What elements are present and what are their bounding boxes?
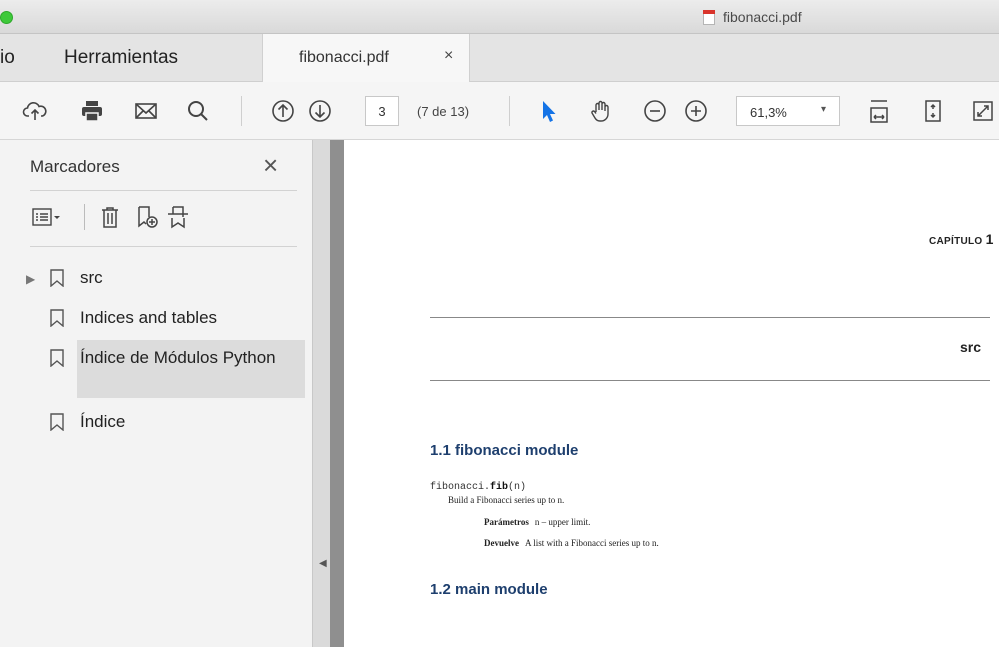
chevron-down-icon: ▾	[821, 104, 827, 115]
toolbar-divider	[84, 204, 85, 230]
bookmark-icon	[50, 269, 64, 287]
zoom-in-icon[interactable]	[681, 96, 711, 126]
returns-text: A list with a Fibonacci series up to n.	[525, 538, 659, 548]
expand-arrow-icon[interactable]: ▶	[26, 272, 35, 286]
param-label: Parámetros	[484, 517, 529, 527]
bookmark-label: Indices and tables	[80, 308, 218, 327]
new-bookmark-icon[interactable]	[135, 204, 159, 230]
divider	[30, 246, 297, 247]
tab-tools[interactable]: Herramientas	[64, 34, 178, 82]
fit-page-icon[interactable]	[918, 96, 948, 126]
chapter-number: 1	[985, 231, 994, 247]
bookmark-item[interactable]: Indices and tables	[0, 304, 305, 334]
zoom-value: 61,3%	[750, 105, 787, 120]
chapter-title: src	[960, 339, 982, 355]
tab-bar: io Herramientas fibonacci.pdf ×	[0, 34, 999, 82]
fit-width-icon[interactable]	[864, 96, 894, 126]
page-number-input[interactable]	[365, 96, 399, 126]
document-page[interactable]: CAPÍTULO 1 src 1.1 fibonacci module fibo…	[344, 140, 999, 647]
title-bar: fibonacci.pdf	[0, 0, 999, 34]
chapter-heading: CAPÍTULO 1	[929, 231, 994, 247]
chapter-label: CAPÍTULO	[929, 236, 983, 247]
options-menu-icon[interactable]	[30, 204, 64, 230]
bookmark-item[interactable]: ▶ src	[0, 264, 305, 294]
bookmark-label: Índice de Módulos Python	[80, 348, 276, 367]
bookmark-item-selected[interactable]: Índice de Módulos Python	[0, 344, 305, 374]
tab-document-label: fibonacci.pdf	[299, 49, 389, 66]
page-count-label: (7 de 13)	[417, 104, 470, 119]
signature-function: fib	[490, 482, 509, 493]
panel-title: Marcadores	[30, 157, 120, 176]
select-arrow-icon[interactable]	[533, 96, 563, 126]
signature-args: (n)	[508, 482, 527, 493]
zoom-out-icon[interactable]	[640, 96, 670, 126]
bookmark-label: Índice	[80, 412, 126, 431]
print-icon[interactable]	[77, 96, 107, 126]
full-screen-icon[interactable]	[968, 96, 998, 126]
param-field: Parámetros n – upper limit.	[484, 517, 590, 527]
window-maximize-button[interactable]	[0, 11, 13, 24]
panel-close-button[interactable]: ×	[263, 152, 278, 178]
window-title-text: fibonacci.pdf	[723, 9, 802, 25]
signature-module: fibonacci.	[430, 482, 491, 493]
pdf-file-icon	[703, 9, 715, 25]
bookmark-icon	[50, 309, 64, 327]
bookmark-icon	[50, 413, 64, 431]
horizontal-rule	[430, 380, 990, 381]
page-up-icon[interactable]	[268, 96, 298, 126]
bookmark-item[interactable]: Índice	[0, 408, 305, 438]
document-gutter	[330, 140, 344, 647]
bookmark-label: src	[80, 268, 103, 287]
divider	[30, 190, 297, 191]
expand-bookmark-icon[interactable]	[166, 204, 190, 230]
page-down-icon[interactable]	[305, 96, 335, 126]
function-signature: fibonacci.fib(n)	[430, 482, 526, 493]
returns-label: Devuelve	[484, 538, 519, 548]
bookmark-icon	[50, 349, 64, 367]
search-icon[interactable]	[183, 96, 213, 126]
section-heading: 1.2 main module	[430, 581, 548, 598]
toolbar: (7 de 13) 61,3% ▾	[0, 82, 999, 140]
section-heading: 1.1 fibonacci module	[430, 442, 579, 459]
param-text: n – upper limit.	[534, 517, 591, 527]
mail-icon[interactable]	[131, 96, 161, 126]
toolbar-divider	[509, 96, 510, 126]
tab-close-button[interactable]: ×	[444, 47, 453, 65]
tab-home-partial[interactable]: io	[0, 34, 15, 82]
toolbar-divider	[241, 96, 242, 126]
horizontal-rule	[430, 317, 990, 318]
function-description: Build a Fibonacci series up to n.	[448, 495, 565, 505]
collapse-panel-icon[interactable]: ◀	[319, 558, 327, 569]
bookmarks-panel: Marcadores × ▶ src Indices and tables Ín…	[0, 140, 330, 647]
tab-document[interactable]: fibonacci.pdf ×	[262, 34, 470, 82]
zoom-select[interactable]: 61,3% ▾	[736, 96, 840, 126]
hand-icon[interactable]	[586, 96, 616, 126]
returns-field: Devuelve A list with a Fibonacci series u…	[484, 538, 659, 548]
upload-cloud-icon[interactable]	[20, 96, 50, 126]
window-title: fibonacci.pdf	[703, 9, 802, 25]
delete-icon[interactable]	[98, 204, 122, 230]
